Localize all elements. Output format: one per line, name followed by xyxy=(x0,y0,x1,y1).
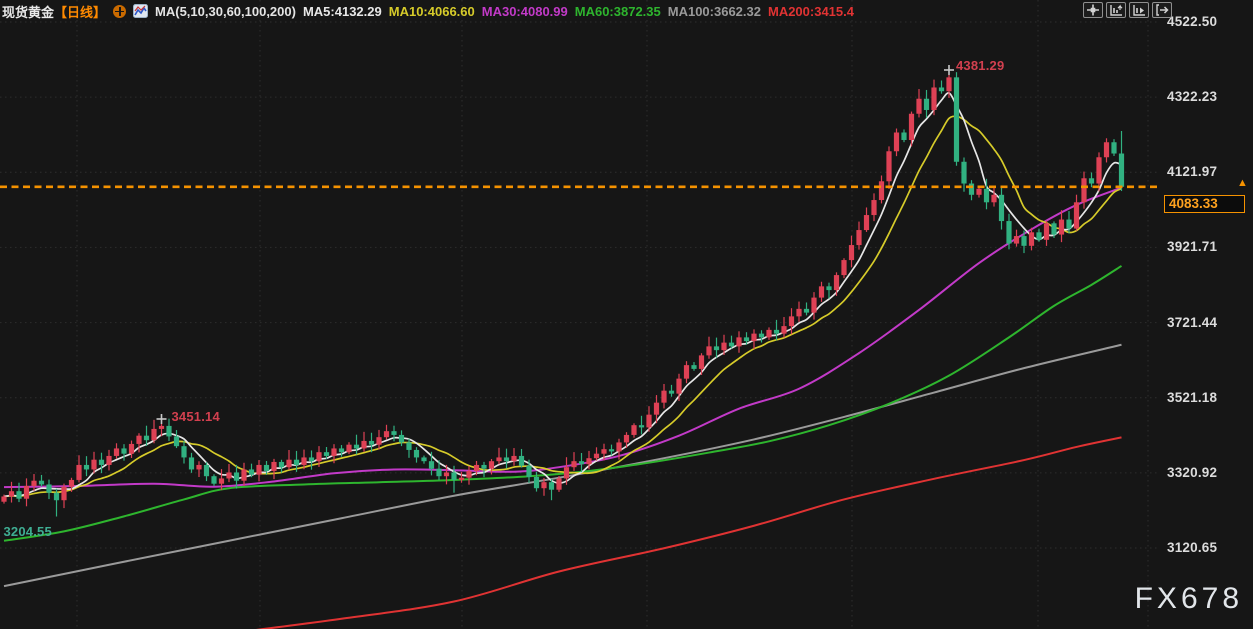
candlestick-chart[interactable] xyxy=(0,0,1253,629)
grid-lines xyxy=(0,0,1160,629)
auto-scroll-button[interactable] xyxy=(1129,2,1149,18)
timeframe-label: 【日线】 xyxy=(54,5,106,20)
swing-high-annotation: 3451.14 xyxy=(172,409,220,424)
ma200-value: MA200:3415.4 xyxy=(768,4,854,19)
trading-chart-app: { "header": { "title": "现货黄金", "period":… xyxy=(0,0,1253,629)
jump-to-latest-button[interactable] xyxy=(1152,2,1172,18)
axis-tick-label: 3320.92 xyxy=(1167,465,1217,480)
axis-tick-label: 3120.65 xyxy=(1167,540,1217,555)
extreme-markers xyxy=(157,65,955,424)
zoom-in-scale-button[interactable] xyxy=(1106,2,1126,18)
ma-line-MA5 xyxy=(4,93,1122,497)
current-price-tag: 4083.33 xyxy=(1164,195,1245,213)
low-annotation: 3204.55 xyxy=(4,524,52,539)
chart-toolbar xyxy=(1083,2,1172,18)
ma10-value: MA10:4066.60 xyxy=(389,4,475,19)
chart-logo-icon[interactable] xyxy=(133,4,148,18)
ma-lines xyxy=(4,93,1122,629)
ma30-value: MA30:4080.99 xyxy=(482,4,568,19)
symbol-name: 现货黄金 xyxy=(2,5,54,20)
axis-tick-label: 3521.18 xyxy=(1167,390,1217,405)
candles xyxy=(1,72,1124,516)
axis-tick-label: 3721.44 xyxy=(1167,315,1217,330)
ma5-value: MA5:4132.29 xyxy=(303,4,382,19)
play-bars-icon xyxy=(1132,4,1146,16)
axis-tick-label: 4322.23 xyxy=(1167,89,1217,104)
axis-tick-label: 4522.50 xyxy=(1167,14,1217,29)
arrow-exit-right-icon xyxy=(1155,4,1169,16)
ma-line-MA10 xyxy=(4,116,1122,496)
ma100-value: MA100:3662.32 xyxy=(668,4,761,19)
ma-line-MA100 xyxy=(4,345,1122,586)
ma-settings-label[interactable]: MA(5,10,30,60,100,200) xyxy=(155,4,296,19)
axis-tick-label: 4121.97 xyxy=(1167,164,1217,179)
ma-line-MA60 xyxy=(4,266,1122,541)
pan-crosshair-button[interactable] xyxy=(1083,2,1103,18)
high-annotation: 4381.29 xyxy=(956,58,1004,73)
ma60-value: MA60:3872.35 xyxy=(575,4,661,19)
symbol-title: 现货黄金【日线】 xyxy=(2,2,106,21)
crosshair-icon xyxy=(1086,4,1100,16)
target-circle-icon[interactable] xyxy=(113,5,126,18)
axis-tick-label: 3921.71 xyxy=(1167,239,1217,254)
price-up-arrow-icon: ▲ xyxy=(1237,178,1248,188)
axis-zoom-in-icon xyxy=(1109,4,1123,16)
fx678-watermark: FX678 xyxy=(1135,582,1243,616)
chart-header: 现货黄金【日线】 MA(5,10,30,60,100,200) MA5:4132… xyxy=(2,1,854,21)
ma-line-MA200 xyxy=(229,437,1122,629)
